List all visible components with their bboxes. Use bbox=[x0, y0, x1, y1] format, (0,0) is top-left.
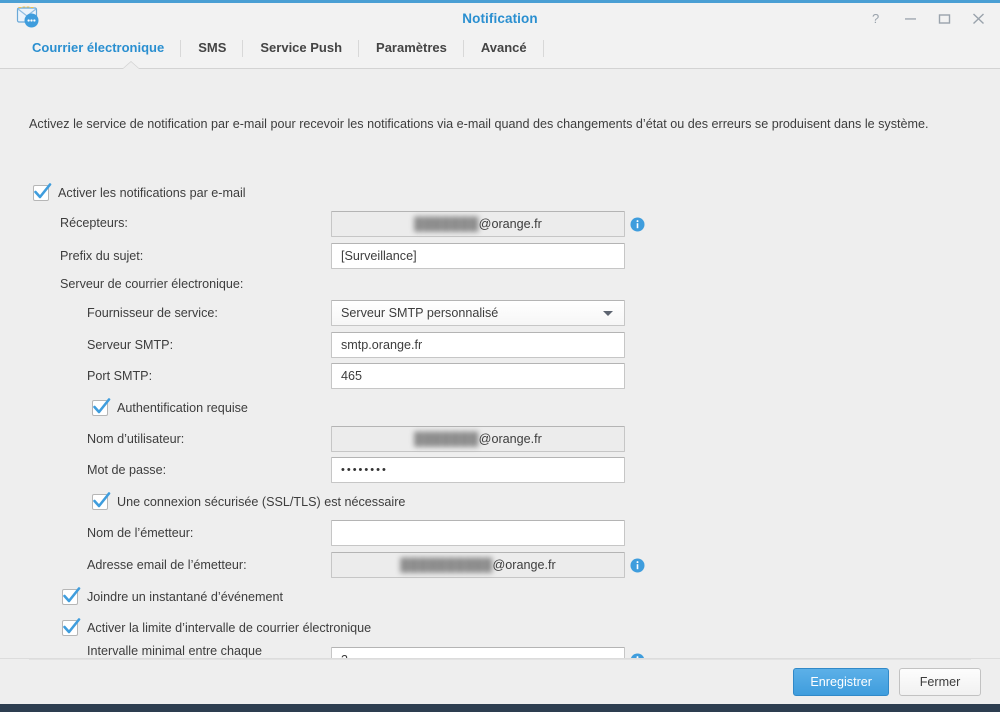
username-value: @orange.fr bbox=[478, 432, 542, 446]
sender-email-label-row: Adresse email de l’émetteur: bbox=[87, 558, 247, 572]
desktop-taskbar bbox=[0, 704, 1000, 712]
window-title: Notification bbox=[462, 10, 538, 26]
service-provider-select[interactable]: Serveur SMTP personnalisé bbox=[331, 300, 625, 326]
tab-sms[interactable]: SMS bbox=[181, 33, 244, 63]
sender-email-redacted-prefix: ██████████ bbox=[400, 558, 493, 572]
help-button[interactable]: ? bbox=[869, 11, 884, 26]
sender-email-info-icon[interactable] bbox=[630, 558, 645, 573]
attach-snapshot-label: Joindre un instantané d’événement bbox=[87, 590, 284, 604]
password-input[interactable]: •••••••• bbox=[331, 457, 625, 483]
checkbox-box bbox=[62, 587, 81, 605]
tab-courrier-electronique[interactable]: Courrier électronique bbox=[22, 33, 182, 63]
dialog-footer: Enregistrer Fermer bbox=[0, 658, 1000, 704]
tab-bar: Courrier électronique SMS Service Push P… bbox=[0, 33, 1000, 69]
enable-interval-limit-label: Activer la limite d’intervalle de courri… bbox=[87, 621, 372, 635]
save-button[interactable]: Enregistrer bbox=[793, 667, 889, 696]
chevron-down-icon bbox=[603, 311, 613, 316]
active-tab-caret bbox=[123, 62, 139, 69]
mail-server-heading-row: Serveur de courrier électronique: bbox=[60, 277, 243, 291]
min-interval-input[interactable]: 3 bbox=[331, 647, 625, 658]
subject-prefix-label-row: Prefix du sujet: bbox=[60, 249, 143, 263]
sender-name-input[interactable] bbox=[331, 520, 625, 546]
password-label-row: Mot de passe: bbox=[87, 463, 166, 477]
subject-prefix-value: [Surveillance] bbox=[341, 249, 417, 263]
enable-email-notifications-checkbox[interactable]: Activer les notifications par e-mail bbox=[33, 183, 246, 201]
tab-label: Courrier électronique bbox=[32, 40, 165, 55]
mail-server-heading: Serveur de courrier électronique: bbox=[60, 277, 244, 291]
auth-required-checkbox[interactable]: Authentification requise bbox=[92, 398, 248, 416]
username-input[interactable]: ███████ @orange.fr bbox=[331, 426, 625, 452]
close-button[interactable] bbox=[971, 11, 986, 26]
sender-email-label: Adresse email de l’émetteur: bbox=[87, 558, 247, 572]
notification-envelope-icon bbox=[16, 6, 40, 29]
checkbox-box bbox=[33, 183, 52, 201]
tab-label: SMS bbox=[198, 40, 227, 55]
service-provider-value: Serveur SMTP personnalisé bbox=[341, 306, 499, 320]
ssl-required-checkbox[interactable]: Une connexion sécurisée (SSL/TLS) est né… bbox=[92, 492, 406, 510]
checkbox-box bbox=[92, 398, 111, 416]
footer-divider bbox=[29, 659, 971, 660]
smtp-server-label-row: Serveur SMTP: bbox=[87, 338, 173, 352]
email-settings-panel: Activez le service de notification par e… bbox=[0, 69, 1000, 658]
receivers-info-icon[interactable] bbox=[630, 217, 645, 232]
minimize-button[interactable] bbox=[903, 11, 918, 26]
username-label-row: Nom d’utilisateur: bbox=[87, 432, 184, 446]
smtp-port-label: Port SMTP: bbox=[87, 369, 153, 383]
svg-text:?: ? bbox=[872, 11, 879, 26]
tab-parametres[interactable]: Paramètres bbox=[359, 33, 464, 63]
smtp-port-value: 465 bbox=[341, 369, 363, 383]
service-provider-label: Fournisseur de service: bbox=[87, 306, 218, 320]
subject-prefix-input[interactable]: [Surveillance] bbox=[331, 243, 625, 269]
tab-label: Paramètres bbox=[376, 40, 447, 55]
sender-email-input[interactable]: ██████████ @orange.fr bbox=[331, 552, 625, 578]
tab-avance[interactable]: Avancé bbox=[464, 33, 544, 63]
subject-prefix-label: Prefix du sujet: bbox=[60, 249, 144, 263]
min-interval-label-line1: Intervalle minimal entre chaque bbox=[87, 644, 263, 658]
sender-email-value: @orange.fr bbox=[492, 558, 556, 572]
tab-service-push[interactable]: Service Push bbox=[243, 33, 359, 63]
tab-label: Avancé bbox=[480, 40, 527, 55]
enable-interval-limit-checkbox[interactable]: Activer la limite d’intervalle de courri… bbox=[62, 618, 372, 636]
receivers-input[interactable]: ███████ @orange.fr bbox=[331, 211, 625, 237]
maximize-button[interactable] bbox=[937, 11, 952, 26]
window-controls: ? bbox=[869, 3, 986, 33]
checkbox-box bbox=[62, 618, 81, 636]
smtp-server-value: smtp.orange.fr bbox=[341, 338, 423, 352]
password-label: Mot de passe: bbox=[87, 463, 167, 477]
username-redacted-prefix: ███████ bbox=[414, 432, 479, 446]
notification-window: Notification ? Courrier électronique SMS… bbox=[0, 0, 1000, 704]
ssl-required-label: Une connexion sécurisée (SSL/TLS) est né… bbox=[117, 495, 406, 509]
receivers-label-row: Récepteurs: bbox=[60, 216, 128, 230]
min-interval-label: Intervalle minimal entre chaque message … bbox=[87, 643, 262, 658]
smtp-port-input[interactable]: 465 bbox=[331, 363, 625, 389]
password-value: •••••••• bbox=[341, 464, 388, 476]
receivers-value: @orange.fr bbox=[478, 217, 542, 231]
checkbox-box bbox=[92, 492, 111, 510]
receivers-label: Récepteurs: bbox=[60, 216, 128, 230]
attach-snapshot-checkbox[interactable]: Joindre un instantané d’événement bbox=[62, 587, 284, 605]
sender-name-label-row: Nom de l’émetteur: bbox=[87, 526, 193, 540]
username-label: Nom d’utilisateur: bbox=[87, 432, 185, 446]
smtp-server-label: Serveur SMTP: bbox=[87, 338, 174, 352]
enable-email-notifications-label: Activer les notifications par e-mail bbox=[58, 186, 246, 200]
smtp-server-input[interactable]: smtp.orange.fr bbox=[331, 332, 625, 358]
tab-label: Service Push bbox=[260, 40, 343, 55]
auth-required-label: Authentification requise bbox=[117, 401, 248, 415]
intro-text: Activez le service de notification par e… bbox=[29, 117, 929, 131]
service-provider-label-row: Fournisseur de service: bbox=[87, 306, 218, 320]
sender-name-label: Nom de l’émetteur: bbox=[87, 526, 194, 540]
receivers-redacted-prefix: ███████ bbox=[414, 217, 479, 231]
close-dialog-button[interactable]: Fermer bbox=[899, 667, 981, 696]
window-titlebar: Notification ? bbox=[0, 3, 1000, 33]
smtp-port-label-row: Port SMTP: bbox=[87, 369, 152, 383]
min-interval-label-row: Intervalle minimal entre chaque message … bbox=[87, 643, 317, 658]
